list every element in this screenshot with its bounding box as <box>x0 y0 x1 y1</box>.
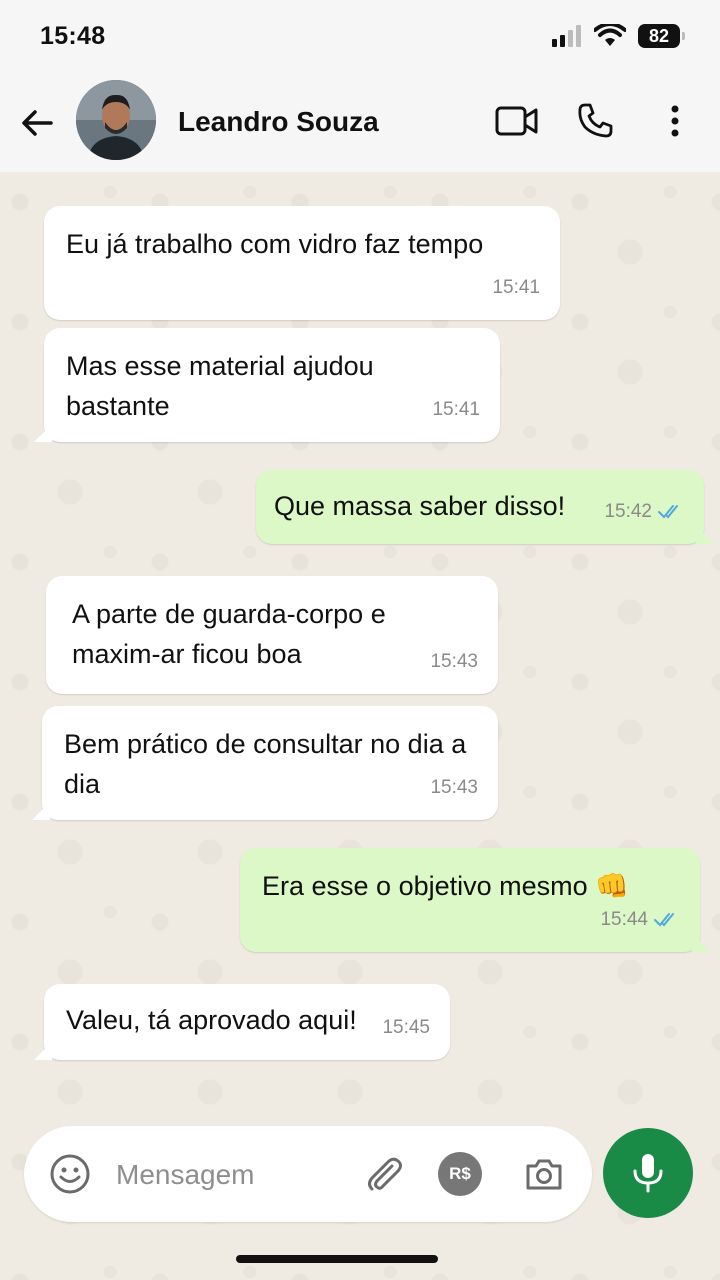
microphone-icon <box>633 1154 663 1193</box>
message-bubble[interactable]: Valeu, tá aprovado aqui! 15:45 <box>34 984 450 1060</box>
message-time: 15:44 <box>600 900 680 940</box>
bubble-tail <box>692 934 710 952</box>
avatar[interactable] <box>76 80 156 160</box>
bubble-tail <box>34 1042 52 1060</box>
video-call-button[interactable] <box>492 96 542 146</box>
message-bubble[interactable]: Eu já trabalho com vidro faz tempo 15:41 <box>44 206 560 320</box>
bubble-tail <box>32 802 50 820</box>
message-text: Bem prático de consultar no dia a dia <box>64 729 467 799</box>
message-text: A parte de guarda-corpo e maxim-ar ficou… <box>72 599 386 669</box>
back-button[interactable] <box>16 102 58 144</box>
message-text: Valeu, tá aprovado aqui! <box>66 1005 357 1035</box>
battery-icon: 82 <box>638 24 685 48</box>
video-call-icon <box>495 106 538 136</box>
message-time: 15:42 <box>604 492 684 532</box>
signal-icon <box>552 25 581 47</box>
battery-level: 82 <box>648 25 670 46</box>
voice-call-button[interactable] <box>570 96 620 146</box>
wifi-icon <box>594 24 626 46</box>
emoji-button[interactable] <box>48 1152 92 1196</box>
message-time-label: 15:45 <box>382 1017 430 1038</box>
contact-name[interactable]: Leandro Souza <box>178 106 379 138</box>
status-bar: 15:48 82 <box>0 0 720 74</box>
bubble-tail <box>34 424 52 442</box>
paperclip-icon <box>368 1157 402 1191</box>
message-time: 15:43 <box>430 768 478 808</box>
message-bubble[interactable]: Mas esse material ajudou bastante 15:41 <box>34 328 500 442</box>
payment-button[interactable]: R$ <box>438 1152 482 1196</box>
back-arrow-icon <box>22 110 53 136</box>
more-options-button[interactable] <box>650 96 700 146</box>
message-time-label: 15:43 <box>430 777 478 798</box>
message-time-label: 15:41 <box>492 277 540 298</box>
status-icons: 82 <box>552 24 685 48</box>
status-time: 15:48 <box>40 22 106 50</box>
message-time-label: 15:41 <box>432 399 480 420</box>
chat-header: Leandro Souza <box>0 74 720 173</box>
attach-button[interactable] <box>362 1152 406 1196</box>
message-text: Mas esse material ajudou bastante <box>66 351 374 421</box>
message-bubble[interactable]: Bem prático de consultar no dia a dia 15… <box>32 706 498 820</box>
message-composer: R$ <box>24 1126 592 1222</box>
payment-label: R$ <box>449 1164 471 1183</box>
message-time-label: 15:43 <box>430 651 478 672</box>
more-options-icon <box>671 105 679 137</box>
message-time: 15:45 <box>382 1008 430 1048</box>
message-text: Eu já trabalho com vidro faz tempo <box>66 229 484 259</box>
message-input[interactable] <box>114 1152 338 1198</box>
double-check-icon <box>658 505 678 519</box>
message-time: 15:41 <box>432 390 480 430</box>
chat-area[interactable]: Eu já trabalho com vidro faz tempo 15:41… <box>0 172 720 1280</box>
bubble-tail <box>696 526 714 544</box>
camera-icon <box>526 1159 562 1190</box>
message-time: 15:43 <box>430 642 478 682</box>
home-indicator[interactable] <box>236 1255 438 1263</box>
voice-message-button[interactable] <box>603 1128 693 1218</box>
message-time-label: 15:44 <box>600 909 648 930</box>
avatar-image <box>76 80 156 160</box>
camera-button[interactable] <box>522 1152 566 1196</box>
message-bubble[interactable]: Que massa saber disso! 15:42 <box>256 470 714 544</box>
message-time-label: 15:42 <box>604 501 652 522</box>
double-check-icon <box>654 913 674 927</box>
message-bubble[interactable]: A parte de guarda-corpo e maxim-ar ficou… <box>46 576 498 694</box>
message-bubble[interactable]: Era esse o objetivo mesmo 👊 15:44 <box>240 848 710 952</box>
emoji-icon <box>50 1154 90 1194</box>
message-time: 15:41 <box>492 268 540 308</box>
phone-icon <box>578 103 613 138</box>
